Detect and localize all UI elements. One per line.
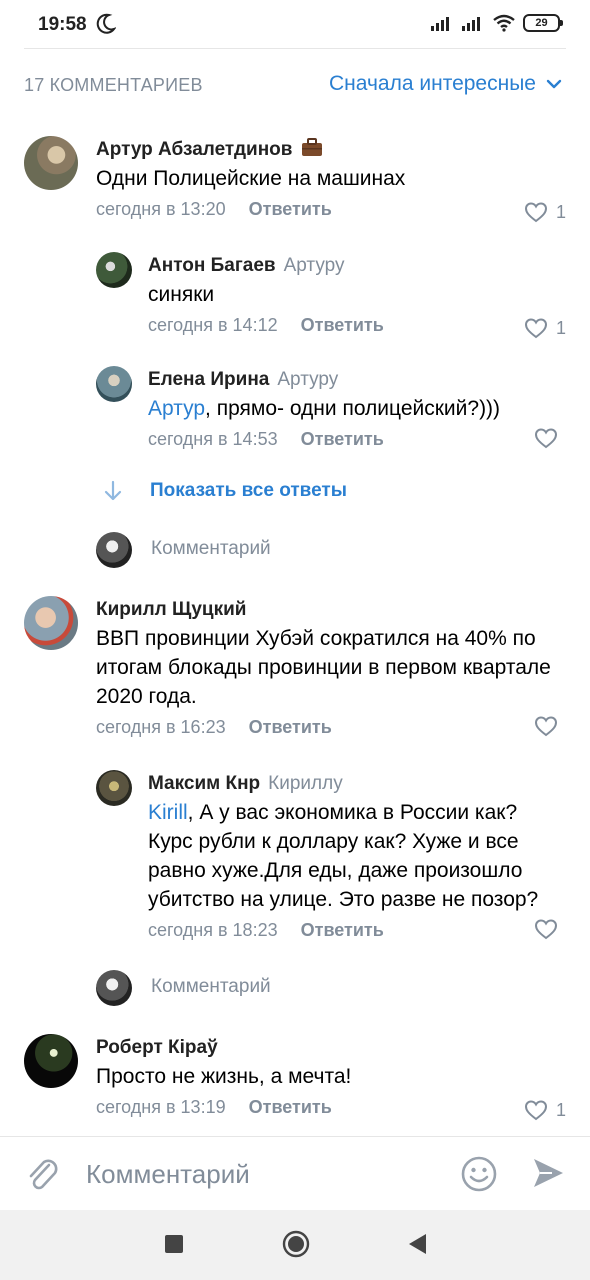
- reply-button[interactable]: Ответить: [249, 1097, 332, 1117]
- like-button[interactable]: 1: [524, 1096, 566, 1124]
- comment-text: Просто не жизнь, а мечта!: [96, 1065, 352, 1088]
- comment-input[interactable]: [86, 1155, 436, 1193]
- show-all-label: Показать все ответы: [150, 480, 347, 501]
- sort-button[interactable]: Сначала интересные: [329, 72, 562, 96]
- comments-header: 17 КОММЕНТАРИЕВ Сначала интересные: [0, 60, 590, 112]
- heart-icon: [524, 317, 547, 338]
- like-button[interactable]: 1: [524, 314, 566, 342]
- nav-back-icon[interactable]: [406, 1232, 428, 1256]
- show-all-replies-button[interactable]: Показать все ответы: [104, 480, 347, 502]
- reply-to[interactable]: Артуру: [284, 255, 345, 276]
- comment-author[interactable]: Роберт Кіраў: [96, 1037, 218, 1058]
- status-time: 19:58: [38, 14, 87, 35]
- system-nav-bar: [0, 1210, 590, 1280]
- heart-icon: [534, 428, 558, 449]
- like-count: 1: [555, 318, 566, 338]
- heart-icon: [524, 1099, 547, 1120]
- comment-time: сегодня в 13:20: [96, 199, 226, 219]
- like-button[interactable]: [534, 428, 566, 449]
- comment-text: синяки: [148, 283, 215, 306]
- mention-link[interactable]: Артур: [148, 397, 205, 420]
- reply-button[interactable]: Ответить: [249, 199, 332, 219]
- like-button[interactable]: [534, 716, 566, 737]
- like-count: 1: [555, 1100, 566, 1120]
- heart-icon: [534, 919, 558, 940]
- inline-comment-input[interactable]: Комментарий: [96, 970, 566, 1006]
- nav-circle-icon[interactable]: [282, 1230, 310, 1258]
- inline-comment-input[interactable]: Комментарий: [96, 532, 566, 568]
- avatar[interactable]: [24, 136, 78, 190]
- heart-icon: [534, 716, 558, 737]
- nav-square-icon[interactable]: [164, 1234, 184, 1254]
- wifi-icon: [493, 14, 515, 32]
- comment-text: Одни Полицейские на машинах: [96, 167, 406, 190]
- heart-icon: [524, 201, 547, 222]
- comment-text: , А у вас экономика в России как? Курс р…: [148, 801, 539, 911]
- comment-author[interactable]: Максим Кнр: [148, 773, 260, 794]
- reply-to[interactable]: Кириллу: [268, 773, 343, 794]
- avatar[interactable]: [24, 596, 78, 650]
- inline-comment-placeholder: Комментарий: [151, 976, 271, 997]
- arrow-down-icon: [104, 480, 122, 501]
- like-button[interactable]: [534, 919, 566, 940]
- signal-icon: [462, 17, 480, 31]
- avatar[interactable]: [96, 366, 132, 402]
- sort-label: Сначала интересные: [329, 72, 536, 95]
- comment-author[interactable]: Кирилл Щуцкий: [96, 599, 246, 620]
- moon-icon: [96, 13, 116, 34]
- comment-time: сегодня в 13:19: [96, 1097, 226, 1117]
- comment-time: сегодня в 18:23: [148, 920, 278, 940]
- comment-time: сегодня в 16:23: [96, 717, 226, 737]
- reply-button[interactable]: Ответить: [301, 920, 384, 940]
- avatar[interactable]: [96, 252, 132, 288]
- divider: [24, 48, 566, 49]
- comment-composer: [0, 1136, 590, 1210]
- signal-icon: [431, 17, 449, 31]
- paperclip-icon[interactable]: [24, 1155, 60, 1193]
- avatar: [96, 532, 132, 568]
- like-button[interactable]: 1: [524, 198, 566, 226]
- like-count: 1: [555, 202, 566, 222]
- send-icon[interactable]: [530, 1155, 566, 1191]
- status-icons: 29: [430, 14, 563, 32]
- battery-icon: 29: [523, 14, 563, 32]
- avatar[interactable]: [24, 1034, 78, 1088]
- avatar[interactable]: [96, 770, 132, 806]
- comment-author[interactable]: Елена Ирина: [148, 369, 269, 390]
- avatar: [96, 970, 132, 1006]
- reply-button[interactable]: Ответить: [301, 429, 384, 449]
- reply-button[interactable]: Ответить: [301, 315, 384, 335]
- comment-time: сегодня в 14:12: [148, 315, 278, 335]
- comment-time: сегодня в 14:53: [148, 429, 278, 449]
- comment-text: ВВП провинции Хубэй сократился на 40% по…: [96, 627, 551, 708]
- status-bar: 19:58 29: [0, 0, 590, 48]
- reply-to[interactable]: Артуру: [277, 369, 338, 390]
- inline-comment-placeholder: Комментарий: [151, 538, 271, 559]
- chevron-down-icon: [546, 79, 562, 89]
- comment-author[interactable]: Антон Багаев: [148, 255, 276, 276]
- mention-link[interactable]: Kirill: [148, 801, 188, 824]
- smile-icon[interactable]: [460, 1155, 498, 1193]
- reply-button[interactable]: Ответить: [249, 717, 332, 737]
- comment-text: , прямо- одни полицейский?))): [205, 397, 501, 420]
- briefcase-icon: [301, 138, 322, 156]
- comments-count: 17 КОММЕНТАРИЕВ: [24, 75, 203, 95]
- comment-author[interactable]: Артур Абзалетдинов: [96, 139, 292, 160]
